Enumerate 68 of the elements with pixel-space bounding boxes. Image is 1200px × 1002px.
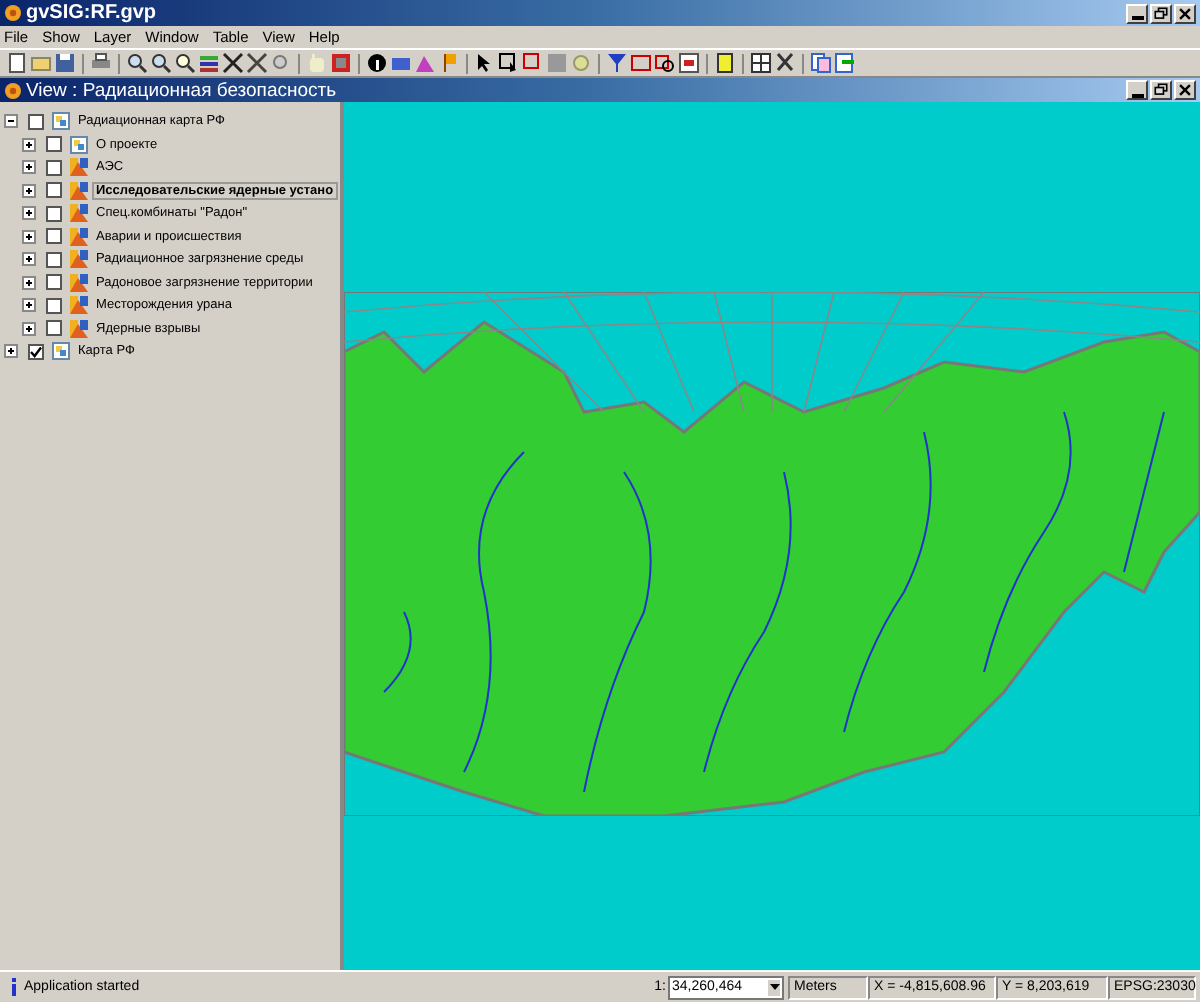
checkbox[interactable] bbox=[46, 205, 62, 222]
app-icon bbox=[4, 4, 22, 22]
layer-group-icon bbox=[70, 135, 88, 154]
restore-icon bbox=[1152, 80, 1170, 100]
layer-icon bbox=[70, 181, 88, 200]
layer-group-icon bbox=[52, 342, 70, 361]
checkbox[interactable] bbox=[46, 297, 62, 314]
expand-icon[interactable] bbox=[22, 252, 36, 267]
close-button[interactable] bbox=[1174, 80, 1196, 100]
layer-icon bbox=[70, 227, 88, 246]
window-title: gvSIG:RF.gvp bbox=[26, 2, 157, 24]
expand-icon[interactable] bbox=[4, 344, 18, 359]
dropdown-icon[interactable] bbox=[768, 979, 780, 995]
zoom-in-icon[interactable] bbox=[126, 52, 148, 74]
zoom-area-icon[interactable] bbox=[174, 52, 196, 74]
expand-icon[interactable] bbox=[22, 321, 36, 336]
rectangle-icon[interactable] bbox=[630, 52, 652, 74]
expand-icon[interactable] bbox=[22, 183, 36, 198]
checkbox[interactable] bbox=[46, 182, 62, 199]
checkbox[interactable] bbox=[46, 228, 62, 245]
layer-icon bbox=[70, 296, 88, 315]
checkbox[interactable] bbox=[46, 251, 62, 268]
expand-icon[interactable] bbox=[22, 137, 36, 152]
checkbox[interactable] bbox=[46, 274, 62, 291]
info-icon bbox=[10, 978, 18, 996]
layers-icon[interactable] bbox=[198, 52, 220, 74]
layer-icon bbox=[70, 250, 88, 269]
close-icon bbox=[1176, 3, 1194, 23]
layer-icon bbox=[70, 319, 88, 338]
filter-icon[interactable] bbox=[606, 52, 628, 74]
view-title: View : Радиационная безопасность bbox=[26, 79, 337, 101]
minimize-icon bbox=[1131, 93, 1143, 97]
collapse-icon[interactable] bbox=[4, 114, 18, 129]
checkbox[interactable] bbox=[46, 136, 62, 153]
new-document-icon[interactable] bbox=[6, 52, 28, 74]
zoom-out-icon[interactable] bbox=[150, 52, 172, 74]
flag-icon[interactable] bbox=[438, 52, 460, 74]
select-polygon-icon[interactable] bbox=[522, 52, 544, 74]
stop-icon[interactable] bbox=[330, 52, 352, 74]
layer-group-icon bbox=[52, 112, 70, 131]
minimize-icon bbox=[1131, 16, 1143, 20]
close-icon bbox=[1176, 80, 1194, 100]
documents-icon[interactable] bbox=[810, 52, 832, 74]
expand-icon[interactable] bbox=[22, 229, 36, 244]
checkbox[interactable] bbox=[28, 343, 44, 360]
minimize-button[interactable] bbox=[1126, 80, 1148, 100]
checkbox[interactable] bbox=[46, 159, 62, 176]
grid-icon[interactable] bbox=[750, 52, 772, 74]
checkbox[interactable] bbox=[28, 113, 44, 130]
checkbox[interactable] bbox=[46, 320, 62, 337]
close-button[interactable] bbox=[1174, 3, 1196, 23]
expand-icon[interactable] bbox=[22, 275, 36, 290]
restore-button[interactable] bbox=[1150, 3, 1172, 23]
expand-icon[interactable] bbox=[22, 298, 36, 313]
layer-icon bbox=[70, 158, 88, 177]
restore-icon bbox=[1152, 3, 1170, 23]
layer-icon bbox=[70, 273, 88, 292]
zoom-selection-icon[interactable] bbox=[654, 52, 676, 74]
expand-icon[interactable] bbox=[22, 206, 36, 221]
layer-icon bbox=[70, 204, 88, 223]
select-rectangle-icon[interactable] bbox=[498, 52, 520, 74]
minimize-button[interactable] bbox=[1126, 3, 1148, 23]
restore-button[interactable] bbox=[1150, 80, 1172, 100]
info-icon[interactable] bbox=[366, 52, 388, 74]
app-icon bbox=[4, 81, 22, 99]
expand-icon[interactable] bbox=[22, 160, 36, 175]
printer-icon[interactable] bbox=[90, 52, 112, 74]
window-icon[interactable] bbox=[678, 52, 700, 74]
